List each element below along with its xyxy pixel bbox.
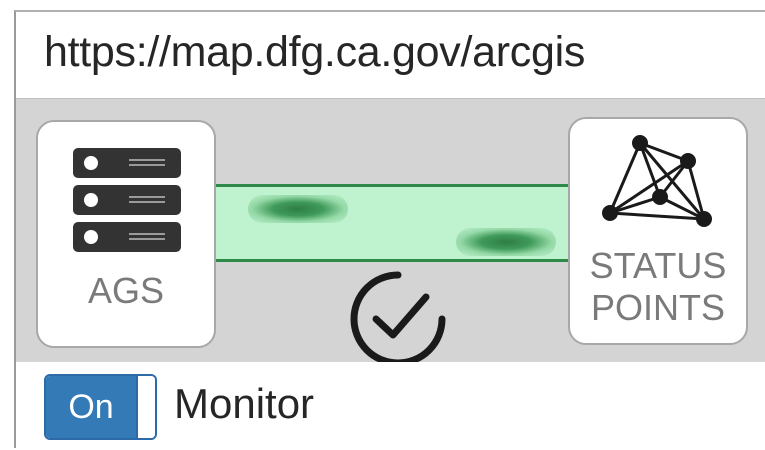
monitor-toggle[interactable]: On <box>44 374 157 440</box>
ags-node: AGS <box>36 120 216 348</box>
data-packet <box>456 228 556 256</box>
toggle-on-label: On <box>46 376 136 438</box>
ags-label: AGS <box>87 270 165 311</box>
network-graph-icon <box>602 135 712 227</box>
url-header: https://map.dfg.ca.gov/arcgis <box>16 12 765 98</box>
data-packet <box>248 195 348 223</box>
check-circle-icon <box>350 271 446 367</box>
status-widget: https://map.dfg.ca.gov/arcgis AGS STATUS… <box>14 10 765 450</box>
status-points-node: STATUS POINTS <box>568 117 748 345</box>
server-stack-icon <box>73 148 181 252</box>
service-url: https://map.dfg.ca.gov/arcgis <box>44 28 586 76</box>
status-points-label: STATUS POINTS <box>570 245 746 329</box>
toggle-handle[interactable] <box>136 376 155 438</box>
connection-link <box>216 184 568 262</box>
status-label-line1: STATUS <box>589 245 727 286</box>
monitor-label: Monitor <box>174 380 315 427</box>
connection-diagram: AGS STATUS POINTS <box>16 98 765 367</box>
monitor-row: On Monitor <box>16 362 765 450</box>
status-label-line2: POINTS <box>590 287 725 328</box>
